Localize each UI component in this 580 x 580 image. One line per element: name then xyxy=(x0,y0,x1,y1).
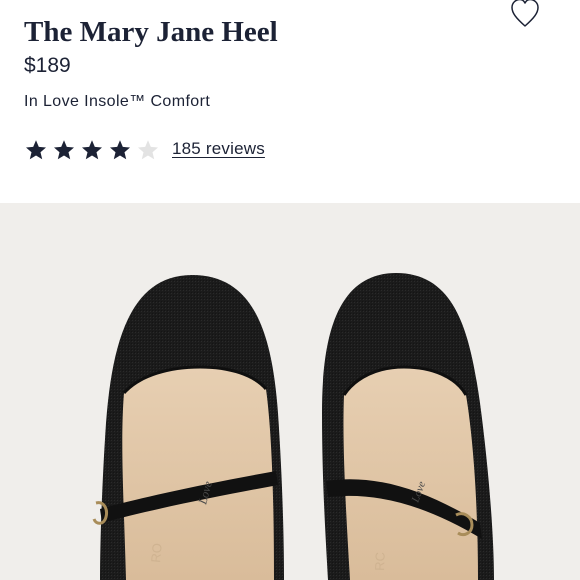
star-filled-icon xyxy=(54,140,74,160)
svg-text:RC: RC xyxy=(372,552,388,571)
left-shoe: Love RO xyxy=(92,275,284,580)
star-filled-icon xyxy=(26,140,46,160)
product-title: The Mary Jane Heel xyxy=(24,16,278,49)
svg-text:RO: RO xyxy=(148,543,165,564)
product-image[interactable]: Love RO Love RC xyxy=(0,203,580,580)
product-price: $189 xyxy=(24,54,71,77)
star-filled-icon xyxy=(110,140,130,160)
star-empty-icon xyxy=(138,140,158,160)
reviews-link[interactable]: 185 reviews xyxy=(172,138,265,160)
shoe-illustration: Love RO Love RC xyxy=(92,273,494,580)
wishlist-button[interactable] xyxy=(508,0,542,28)
right-shoe: Love RC xyxy=(322,273,494,580)
product-detail-page: The Mary Jane Heel $189 In Love Insole™ … xyxy=(0,0,580,580)
heart-outline-icon xyxy=(511,0,539,27)
star-filled-icon xyxy=(82,140,102,160)
star-rating xyxy=(24,138,164,162)
comfort-feature-text: In Love Insole™ Comfort xyxy=(24,93,211,110)
